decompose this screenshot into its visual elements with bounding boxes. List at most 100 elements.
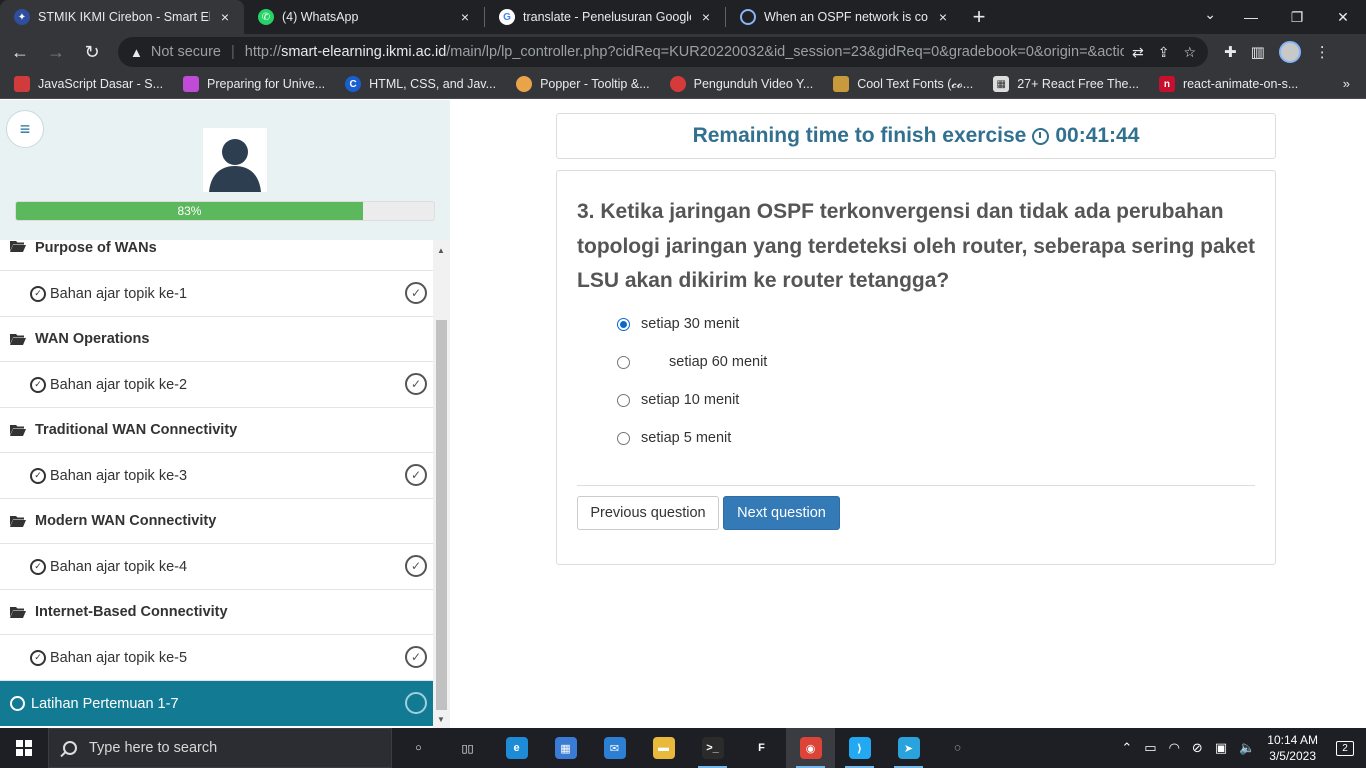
timer-value: 00:41:44 — [1055, 124, 1140, 147]
close-tab-icon[interactable]: × — [697, 9, 715, 25]
bookmark-favicon-icon — [516, 76, 533, 92]
url-scheme: http:// — [244, 44, 282, 60]
back-icon[interactable]: ← — [4, 36, 36, 68]
scroll-up-arrow-icon[interactable]: ▲ — [437, 246, 445, 255]
battery-icon[interactable]: ▭ — [1144, 740, 1156, 756]
volume-icon[interactable]: 🔈 — [1239, 740, 1255, 756]
sidebar-section[interactable]: Modern WAN Connectivity — [0, 499, 433, 544]
check-circle-icon: ✓ — [30, 285, 46, 302]
window-close-icon[interactable]: ✕ — [1320, 0, 1366, 34]
figma-icon: F — [750, 737, 773, 759]
browser-menu-icon[interactable]: ⋮ — [1315, 43, 1330, 61]
profile-avatar[interactable] — [1278, 41, 1301, 63]
sidebar-section[interactable]: Traditional WAN Connectivity — [0, 408, 433, 453]
scroll-down-arrow-icon[interactable]: ▼ — [437, 715, 445, 724]
close-tab-icon[interactable]: × — [216, 9, 234, 25]
bookmark-favicon-icon — [183, 76, 200, 92]
chrome-icon: ◉ — [799, 737, 822, 759]
sidebar-section[interactable]: Internet-Based Connectivity — [0, 590, 433, 635]
tray-overflow-icon[interactable]: ⌃ — [1121, 740, 1132, 756]
taskbar-app-button[interactable]: ⟩ — [835, 728, 884, 768]
bookmark-star-icon[interactable]: ☆ — [1183, 44, 1196, 61]
sidebar-item-active[interactable]: Latihan Pertemuan 1-7 — [0, 681, 433, 726]
tab-brainly[interactable]: When an OSPF network is conver × — [726, 0, 962, 34]
taskbar-app-button[interactable]: F — [737, 728, 786, 768]
tab-smart-elearning[interactable]: ✦ STMIK IKMI Cirebon - Smart Elea × — [0, 0, 244, 34]
taskbar-app-button[interactable]: ◌ — [933, 728, 982, 768]
sidebar-item[interactable]: ✓ Bahan ajar topik ke-3 ✓ — [0, 453, 433, 499]
sidebar-section[interactable]: WAN Operations — [0, 317, 433, 362]
taskbar-app-button[interactable]: ▬ — [639, 728, 688, 768]
scrollbar-thumb[interactable] — [436, 320, 447, 710]
tab-google-translate[interactable]: G translate - Penelusuran Google × — [485, 0, 725, 34]
sidebar-item[interactable]: ✓ Bahan ajar topik ke-2 ✓ — [0, 362, 433, 408]
forward-icon[interactable]: → — [40, 36, 72, 68]
restore-icon[interactable]: ❐ — [1274, 0, 1320, 34]
notification-center-icon[interactable]: 2 — [1330, 740, 1360, 756]
taskbar-app-button[interactable]: ◉ — [786, 728, 835, 768]
answer-radio[interactable] — [617, 431, 630, 445]
bookmark-favicon-icon — [669, 76, 686, 92]
bookmark-item[interactable]: Pengunduh Video Y... — [669, 76, 813, 92]
answer-option[interactable]: setiap 30 menit — [617, 316, 739, 332]
bookmark-item[interactable]: Preparing for Unive... — [183, 76, 325, 92]
folder-open-icon — [10, 241, 26, 252]
bookmark-item[interactable]: Cool Text Fonts (𝓬𝓸... — [833, 76, 973, 92]
taskbar-app-button[interactable]: e — [492, 728, 541, 768]
answer-option[interactable]: setiap 10 menit — [617, 392, 739, 408]
answer-option[interactable]: setiap 5 menit — [617, 430, 731, 446]
bookmark-item[interactable]: Popper - Tooltip &... — [516, 76, 650, 92]
address-bar[interactable]: ▲ Not secure | http:// smart-elearning.i… — [118, 37, 1208, 67]
taskbar-clock[interactable]: 10:14 AM 3/5/2023 — [1267, 732, 1318, 764]
completed-status-icon: ✓ — [405, 464, 427, 486]
bookmark-item[interactable]: JavaScript Dasar - S... — [14, 76, 163, 92]
tab-search-chevron-icon[interactable]: ⌄ — [1204, 6, 1216, 23]
taskbar-app-button[interactable]: ▦ — [541, 728, 590, 768]
security-label: Not secure — [150, 44, 221, 60]
close-tab-icon[interactable]: × — [934, 9, 952, 25]
network-off-icon[interactable]: ⊘ — [1192, 740, 1203, 756]
start-button[interactable] — [0, 728, 48, 768]
tab-whatsapp[interactable]: ✆ (4) WhatsApp × — [244, 0, 484, 34]
side-panel-icon[interactable]: ▥ — [1251, 43, 1265, 61]
share-icon[interactable]: ⇪ — [1158, 44, 1170, 61]
reload-icon[interactable]: ↻ — [76, 36, 108, 68]
previous-question-button[interactable]: Previous question — [577, 496, 719, 530]
taskbar-search-box[interactable]: Type here to search — [48, 728, 392, 768]
taskbar-app-button[interactable]: ○ — [394, 728, 443, 768]
close-tab-icon[interactable]: × — [456, 9, 474, 25]
extensions-icon[interactable]: ✚ — [1224, 43, 1237, 61]
hamburger-icon[interactable]: ≡ — [6, 110, 44, 148]
bookmark-item[interactable]: C HTML, CSS, and Jav... — [345, 76, 496, 92]
translate-page-icon[interactable]: ⇄ — [1132, 44, 1144, 61]
user-avatar — [203, 128, 267, 192]
new-tab-button[interactable]: + — [962, 0, 996, 34]
course-progress-bar: 83% — [15, 201, 435, 221]
sidebar-scrollbar[interactable]: ▲ ▼ — [433, 240, 450, 728]
sidebar-item[interactable]: ✓ Bahan ajar topik ke-5 ✓ — [0, 635, 433, 681]
sidebar-section[interactable]: Purpose of WANs — [0, 240, 433, 271]
answer-radio[interactable] — [617, 355, 630, 369]
check-circle-icon: ✓ — [30, 376, 46, 393]
meet-now-icon[interactable]: ▣ — [1215, 740, 1227, 756]
taskbar-app-button[interactable]: >_ — [688, 728, 737, 768]
completed-status-icon: ✓ — [405, 646, 427, 668]
bookmark-item[interactable]: ▦ 27+ React Free The... — [993, 76, 1139, 92]
taskbar-app-button[interactable]: ▯▯ — [443, 728, 492, 768]
window-controls: — ❐ ✕ — [1228, 0, 1366, 34]
next-question-button[interactable]: Next question — [723, 496, 840, 530]
minimize-icon[interactable]: — — [1228, 0, 1274, 34]
taskbar-app-button[interactable]: ➤ — [884, 728, 933, 768]
warning-icon[interactable]: ▲ — [130, 45, 143, 60]
bookmark-favicon-icon: ▦ — [993, 76, 1010, 92]
answer-radio[interactable] — [617, 393, 630, 407]
bookmarks-overflow-button[interactable]: » — [1343, 76, 1350, 91]
wifi-icon[interactable]: ◠ — [1169, 740, 1180, 756]
answer-option[interactable]: setiap 60 menit — [617, 354, 767, 370]
browser-tab-strip: ✦ STMIK IKMI Cirebon - Smart Elea × ✆ (4… — [0, 0, 1366, 34]
sidebar-item[interactable]: ✓ Bahan ajar topik ke-1 ✓ — [0, 271, 433, 317]
answer-radio[interactable] — [617, 317, 630, 331]
bookmark-item[interactable]: n react-animate-on-s... — [1158, 76, 1298, 92]
sidebar-item[interactable]: ✓ Bahan ajar topik ke-4 ✓ — [0, 544, 433, 590]
taskbar-app-button[interactable]: ✉ — [590, 728, 639, 768]
